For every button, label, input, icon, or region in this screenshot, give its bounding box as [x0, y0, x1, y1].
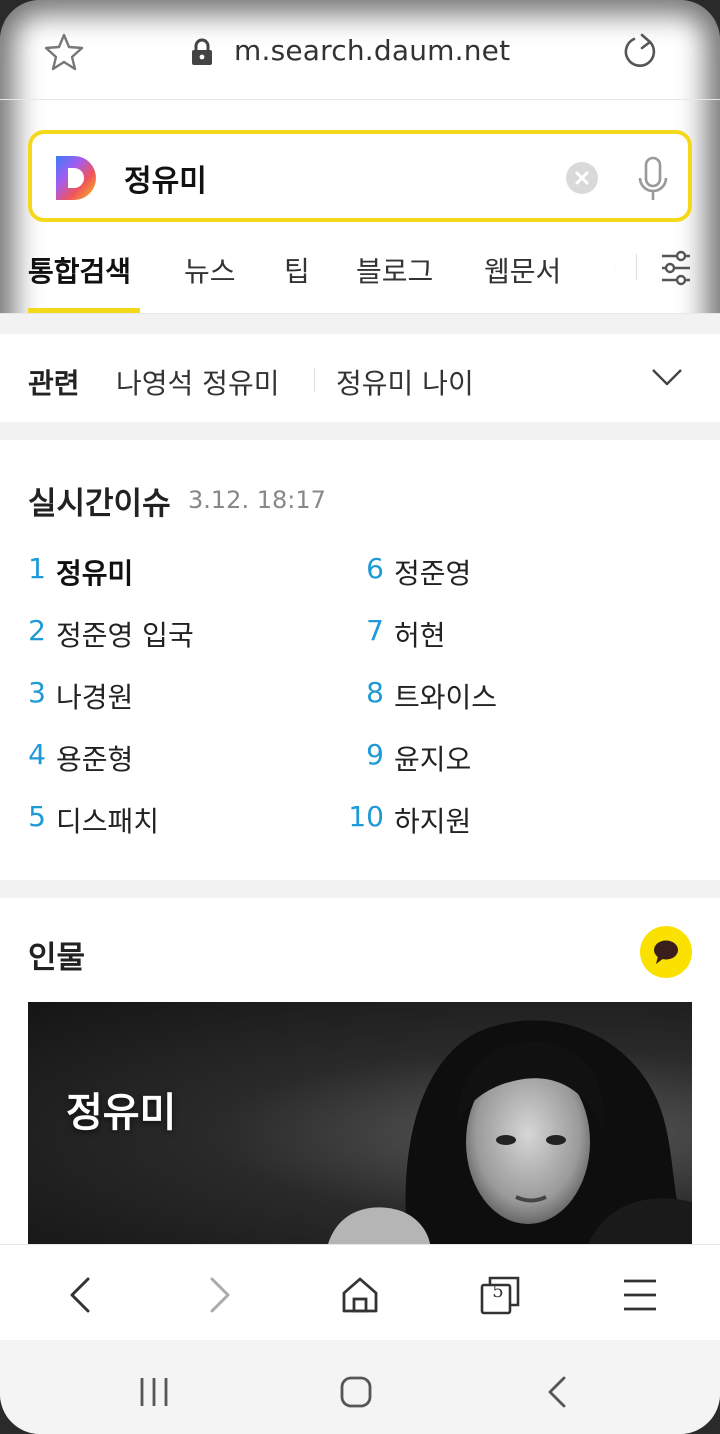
tab-fade — [560, 236, 640, 312]
related-item[interactable]: 정유미 나이 — [336, 362, 474, 402]
chevron-down-icon[interactable] — [650, 364, 684, 390]
daum-logo[interactable] — [54, 154, 100, 202]
realtime-title: 실시간이슈 — [28, 486, 171, 522]
rank-number: 1 — [28, 552, 46, 585]
section-gap — [0, 314, 720, 334]
rank-number: 5 — [28, 800, 46, 833]
related-label: 관련 — [28, 367, 80, 400]
person-name: 정유미 — [66, 1090, 177, 1136]
system-navigation-bar — [0, 1340, 720, 1434]
rank-number: 7 — [366, 614, 384, 647]
search-box[interactable]: 정유미 — [28, 130, 692, 222]
list-item[interactable]: 5 디스패치 — [10, 800, 310, 840]
list-item[interactable]: 3 나경원 — [10, 676, 310, 716]
list-item[interactable]: 7 허현 — [348, 614, 678, 654]
person-section-title: 인물 — [28, 940, 86, 976]
issue-text: 트와이스 — [394, 681, 498, 714]
kakaotalk-icon — [654, 940, 678, 964]
issue-text: 디스패치 — [56, 805, 160, 838]
list-item[interactable]: 10 하지원 — [348, 800, 678, 840]
lock-icon — [192, 38, 212, 65]
rank-number: 9 — [366, 738, 384, 771]
rank-number: 2 — [28, 614, 46, 647]
realtime-timestamp: 3.12. 18:17 — [188, 486, 326, 514]
browser-url-bar: m.search.daum.net — [0, 0, 720, 100]
system-back-icon[interactable] — [538, 1372, 578, 1412]
person-section: 인물 정유미 — [0, 898, 720, 1244]
issue-text: 정준영 입국 — [56, 619, 194, 652]
menu-icon[interactable] — [618, 1273, 662, 1317]
rank-number: 3 — [28, 676, 46, 709]
tab-count: 5 — [492, 1281, 504, 1302]
recents-icon[interactable] — [134, 1372, 174, 1412]
list-item[interactable]: 9 윤지오 — [348, 738, 678, 778]
mic-icon[interactable] — [636, 156, 670, 204]
screen: m.search.daum.net 정유미 통합검색 뉴스 팁 블로그 웹문서 … — [0, 0, 720, 1434]
search-tabs: 통합검색 뉴스 팁 블로그 웹문서 이 — [0, 236, 720, 314]
kakaotalk-share-button[interactable] — [640, 926, 692, 978]
active-tab-indicator — [28, 308, 140, 313]
url-text[interactable]: m.search.daum.net — [234, 34, 510, 67]
issue-text: 정유미 — [56, 557, 134, 590]
list-item[interactable]: 4 용준형 — [10, 738, 310, 778]
browser-bottom-bar: 5 — [0, 1244, 720, 1340]
forward-icon[interactable] — [198, 1273, 242, 1317]
rank-number: 4 — [28, 738, 46, 771]
issue-text: 윤지오 — [394, 743, 472, 776]
section-gap — [0, 880, 720, 898]
reload-icon[interactable] — [620, 32, 660, 72]
filter-icon[interactable] — [658, 248, 694, 288]
issue-text: 정준영 — [394, 557, 472, 590]
issue-text: 하지원 — [394, 805, 472, 838]
tab-blog[interactable]: 블로그 — [356, 250, 433, 290]
back-icon[interactable] — [58, 1273, 102, 1317]
related-divider — [314, 368, 315, 392]
rank-number: 8 — [366, 676, 384, 709]
search-input[interactable]: 정유미 — [124, 156, 207, 200]
tab-news[interactable]: 뉴스 — [184, 250, 236, 290]
issue-text: 나경원 — [56, 681, 134, 714]
list-item[interactable]: 2 정준영 입국 — [10, 614, 310, 654]
rank-number: 10 — [348, 800, 384, 833]
tab-web-docs[interactable]: 웹문서 — [484, 250, 561, 290]
rank-number: 6 — [366, 552, 384, 585]
issue-text: 용준형 — [56, 743, 134, 776]
realtime-issues: 실시간이슈 3.12. 18:17 1 정유미 2 정준영 입국 3 나경원 4… — [0, 440, 720, 880]
star-icon[interactable] — [44, 32, 84, 72]
list-item[interactable]: 8 트와이스 — [348, 676, 678, 716]
section-gap — [0, 422, 720, 440]
related-item[interactable]: 나영석 정유미 — [116, 362, 279, 402]
clear-icon — [575, 171, 589, 185]
person-photo[interactable]: 정유미 — [28, 1002, 692, 1244]
home-icon[interactable] — [338, 1273, 382, 1317]
list-item[interactable]: 1 정유미 — [10, 552, 310, 592]
tab-divider — [636, 254, 637, 280]
tab-integrated[interactable]: 통합검색 — [28, 250, 131, 290]
home-button-icon[interactable] — [336, 1372, 376, 1412]
clear-button[interactable] — [566, 162, 598, 194]
issue-text: 허현 — [394, 619, 446, 652]
related-searches: 관련 나영석 정유미 정유미 나이 — [0, 334, 720, 422]
list-item[interactable]: 6 정준영 — [348, 552, 678, 592]
tab-tips[interactable]: 팁 — [284, 250, 310, 290]
